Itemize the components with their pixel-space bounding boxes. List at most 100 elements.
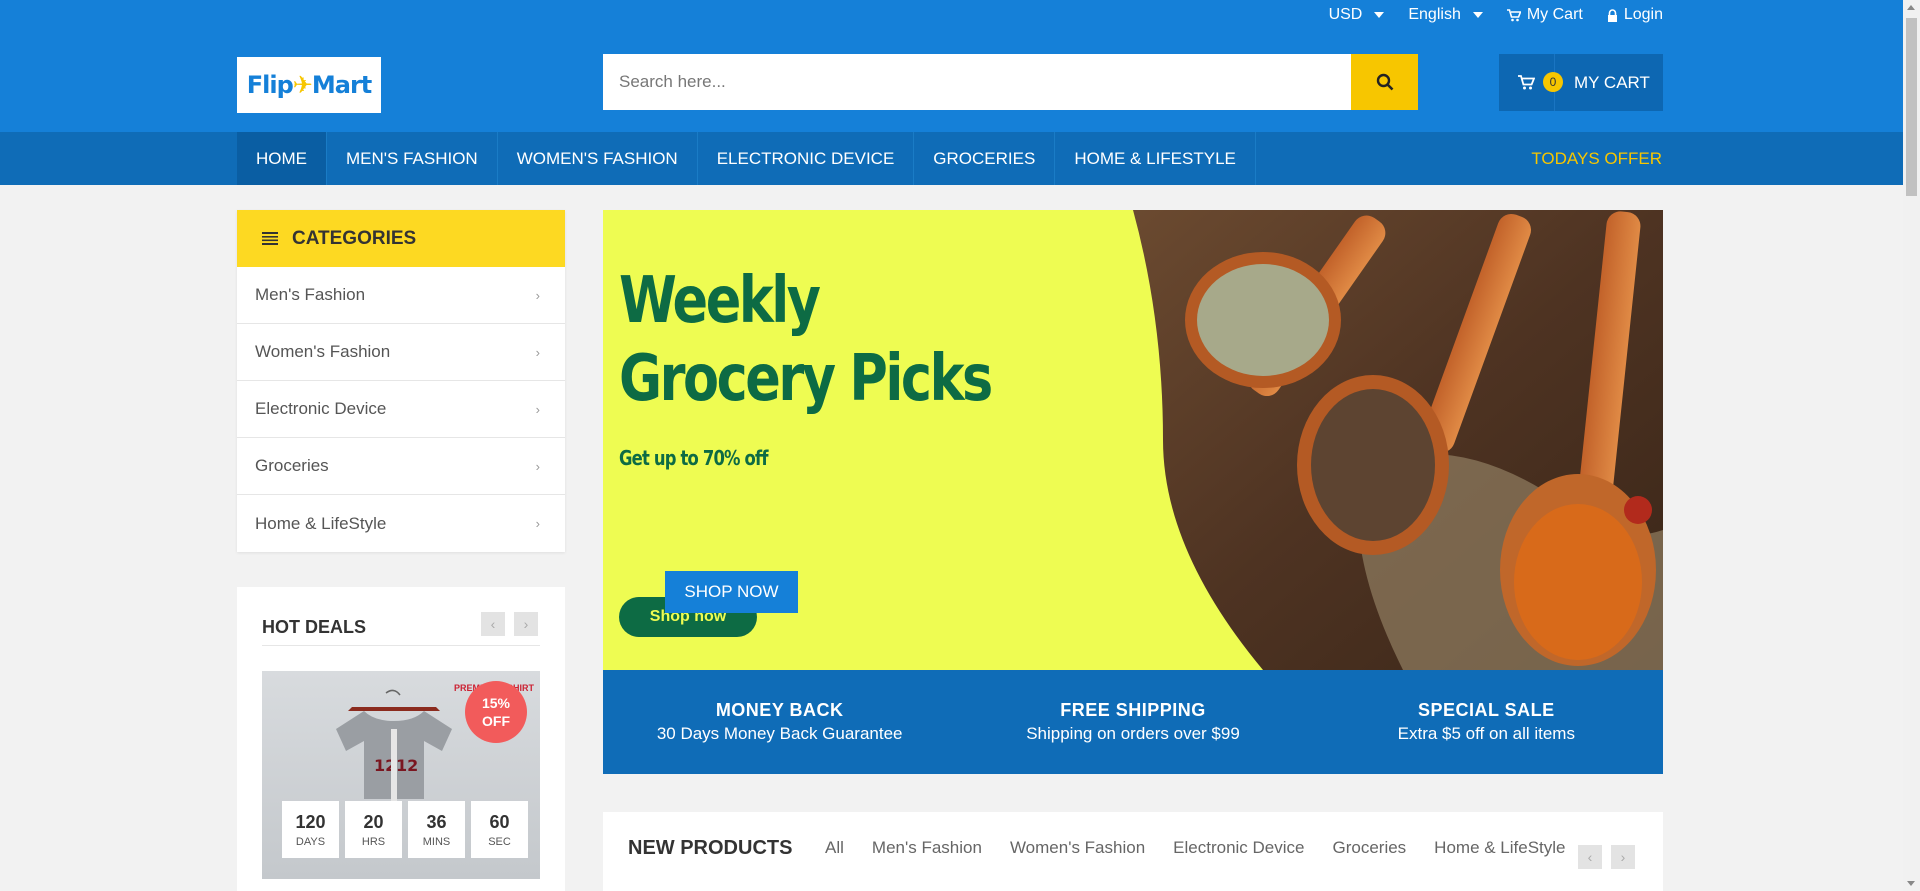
search-button[interactable] xyxy=(1351,54,1418,110)
chevron-right-icon: › xyxy=(1620,849,1626,865)
main-nav: HOME MEN'S FASHION WOMEN'S FASHION ELECT… xyxy=(0,132,1920,185)
search-input[interactable] xyxy=(603,54,1351,110)
scroll-down-icon[interactable] xyxy=(1907,881,1915,886)
info-subtitle: Extra $5 off on all items xyxy=(1397,724,1575,743)
category-item-home-lifestyle[interactable]: Home & LifeStyle › xyxy=(237,495,565,552)
scroll-up-icon[interactable] xyxy=(1907,5,1915,10)
category-item-womens-fashion[interactable]: Women's Fashion › xyxy=(237,324,565,381)
hot-deals-title: HOT DEALS xyxy=(262,617,367,637)
countdown-timer: 120 DAYS 20 HRS 36 MINS 60 SEC xyxy=(282,801,528,858)
new-products-next-button[interactable]: › xyxy=(1611,845,1635,869)
search-icon xyxy=(1376,73,1393,91)
chevron-right-icon: › xyxy=(523,616,529,632)
categories-panel: CATEGORIES Men's Fashion › Women's Fashio… xyxy=(237,210,565,552)
hot-deals-header: HOT DEALS ‹ › xyxy=(262,612,540,646)
info-subtitle: 30 Days Money Back Guarantee xyxy=(656,724,903,743)
shop-now-button[interactable]: SHOP NOW xyxy=(665,571,798,613)
category-item-mens-fashion[interactable]: Men's Fashion › xyxy=(237,267,565,324)
menu-icon xyxy=(262,232,278,245)
chevron-down-icon xyxy=(1472,12,1483,18)
category-label: Women's Fashion xyxy=(255,342,391,361)
page-scrollbar[interactable] xyxy=(1903,0,1920,891)
hot-deals-prev-button[interactable]: ‹ xyxy=(481,612,505,636)
hero-banner[interactable]: Weekly Grocery Picks Get up to 70% off S… xyxy=(603,210,1663,670)
cart-icon-wrap: 0 xyxy=(1499,54,1563,111)
chevron-right-icon: › xyxy=(535,344,540,360)
countdown-unit: MINS xyxy=(422,835,451,848)
countdown-value: 36 xyxy=(426,811,447,832)
hero-title-line1: Weekly xyxy=(619,264,821,338)
info-title: MONEY BACK xyxy=(715,700,844,720)
site-logo[interactable]: Flip✈Mart xyxy=(237,57,381,113)
countdown-unit: HRS xyxy=(361,835,386,848)
chevron-down-icon xyxy=(1374,12,1385,18)
info-title: FREE SHIPPING xyxy=(1060,700,1206,720)
countdown-hours: 20 HRS xyxy=(345,801,402,858)
tab-mens-fashion[interactable]: Men's Fashion xyxy=(872,838,982,858)
scroll-thumb[interactable] xyxy=(1906,18,1917,196)
todays-offer-link[interactable]: TODAYS OFFER xyxy=(1531,132,1662,185)
categories-title: CATEGORIES xyxy=(292,227,417,249)
login-link[interactable]: Login xyxy=(1607,6,1663,24)
nav-mens-fashion[interactable]: MEN'S FASHION xyxy=(327,132,498,185)
new-products-tabs: All Men's Fashion Women's Fashion Electr… xyxy=(825,838,1566,858)
nav-electronic-device[interactable]: ELECTRONIC DEVICE xyxy=(698,132,915,185)
nav-home[interactable]: HOME xyxy=(237,132,327,185)
language-dropdown[interactable]: English xyxy=(1408,6,1483,24)
info-special-sale: SPECIAL SALE Extra $5 off on all items xyxy=(1310,670,1663,774)
top-header: USD English My Cart Login Flip✈Mart 0 MY… xyxy=(0,0,1920,132)
lock-icon xyxy=(1607,8,1617,22)
currency-dropdown[interactable]: USD xyxy=(1329,6,1385,24)
countdown-unit: SEC xyxy=(488,835,511,848)
category-label: Men's Fashion xyxy=(255,285,366,304)
info-title: SPECIAL SALE xyxy=(1417,700,1555,720)
info-free-shipping: FREE SHIPPING Shipping on orders over $9… xyxy=(956,670,1309,774)
my-cart-link[interactable]: My Cart xyxy=(1506,6,1583,24)
logo-text: Flip✈Mart xyxy=(246,71,373,99)
info-bar: MONEY BACK 30 Days Money Back Guarantee … xyxy=(603,670,1663,774)
tab-womens-fashion[interactable]: Women's Fashion xyxy=(1010,838,1145,858)
hero-title: Weekly Grocery Picks xyxy=(619,262,993,418)
cart-icon xyxy=(1506,8,1521,21)
tab-groceries[interactable]: Groceries xyxy=(1332,838,1406,858)
category-label: Home & LifeStyle xyxy=(255,513,387,533)
categories-header: CATEGORIES xyxy=(237,210,565,267)
nav-groceries[interactable]: GROCERIES xyxy=(914,132,1056,185)
svg-text:12: 12 xyxy=(396,756,418,775)
chevron-right-icon: › xyxy=(535,458,540,474)
search-bar xyxy=(603,54,1418,110)
currency-label: USD xyxy=(1328,6,1363,23)
nav-items: HOME MEN'S FASHION WOMEN'S FASHION ELECT… xyxy=(237,132,1256,185)
info-money-back: MONEY BACK 30 Days Money Back Guarantee xyxy=(603,670,956,774)
tab-home-lifestyle[interactable]: Home & LifeStyle xyxy=(1434,838,1565,858)
new-products-prev-button[interactable]: ‹ xyxy=(1578,845,1602,869)
hot-deals-panel: HOT DEALS ‹ › 12 12 PREMIUM T-SHIRT 15% … xyxy=(237,587,565,891)
countdown-value: 20 xyxy=(363,811,384,832)
hot-deal-product-image[interactable]: 12 12 PREMIUM T-SHIRT 15% OFF 120DAYS 20… xyxy=(262,671,540,879)
hot-deals-next-button[interactable]: › xyxy=(514,612,538,636)
category-label: Electronic Device xyxy=(255,399,387,418)
hero-title-line2: Grocery Picks xyxy=(619,342,993,416)
chevron-left-icon: ‹ xyxy=(490,616,496,632)
nav-home-lifestyle[interactable]: HOME & LIFESTYLE xyxy=(1055,132,1256,185)
info-subtitle: Shipping on orders over $99 xyxy=(1026,724,1240,743)
language-label: English xyxy=(1408,6,1461,23)
new-products-section: NEW PRODUCTS All Men's Fashion Women's F… xyxy=(603,812,1663,891)
countdown-value: 120 xyxy=(295,811,326,832)
cart-icon xyxy=(1518,75,1535,90)
category-item-electronic-device[interactable]: Electronic Device › xyxy=(237,381,565,438)
tab-electronic-device[interactable]: Electronic Device xyxy=(1173,838,1304,858)
category-item-groceries[interactable]: Groceries › xyxy=(237,438,565,495)
chevron-right-icon: › xyxy=(535,516,540,531)
my-cart-button[interactable]: 0 MY CART xyxy=(1499,54,1663,111)
cart-label: MY CART xyxy=(1574,72,1650,92)
chevron-right-icon: › xyxy=(535,401,540,417)
cart-count-badge: 0 xyxy=(1543,72,1563,92)
chevron-left-icon: ‹ xyxy=(1587,849,1593,865)
tab-all[interactable]: All xyxy=(825,838,844,858)
discount-off-label: OFF xyxy=(482,713,510,729)
my-cart-label: My Cart xyxy=(1526,6,1583,23)
nav-womens-fashion[interactable]: WOMEN'S FASHION xyxy=(498,132,698,185)
countdown-value: 60 xyxy=(489,811,510,832)
discount-percent: 15% xyxy=(481,695,511,711)
